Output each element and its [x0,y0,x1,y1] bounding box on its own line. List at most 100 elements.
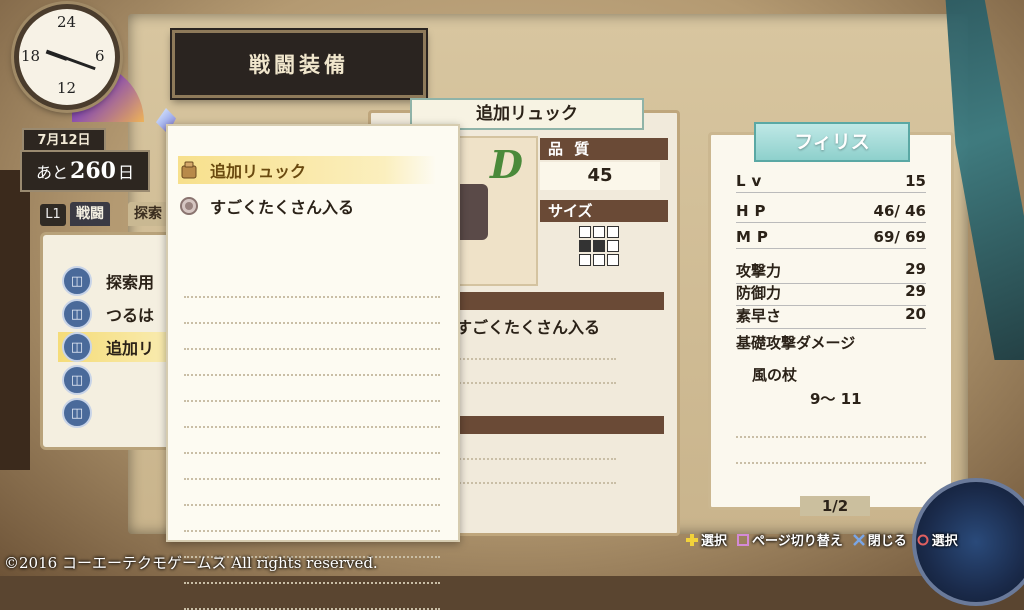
popup-divider [184,374,440,376]
hint-select-circle: 選択 [917,530,958,549]
stat-row-lv: Lv 15 [736,172,926,193]
popup-item-label: すごくたくさん入る [210,198,355,217]
divider [736,462,926,464]
popup-divider [184,296,440,298]
clock-hour-hand [45,49,68,61]
stat-label: HP [736,202,772,220]
size-label: サイズ [540,200,668,222]
stat-label: MP [736,228,774,246]
divider [456,482,616,484]
stat-row-mp: MP 69/ 69 [736,228,926,249]
size-cell [607,240,619,252]
copyright-text: ©2016 コーエーテクモゲームス All rights reserved. [4,554,378,572]
dpad-icon [686,533,698,546]
size-cell [579,254,591,266]
weapon-damage: 9～ 11 [810,390,862,408]
size-cell [579,240,591,252]
days-prefix: あと [36,163,69,182]
stat-row-attack: 攻撃力 29 [736,260,926,284]
popup-divider [184,504,440,506]
size-grid [579,226,619,266]
clock-icon: 24 6 12 18 [14,4,120,110]
popup-item[interactable]: すごくたくさん入る [178,192,436,220]
hint-label: ページ切り替え [752,534,843,549]
tab-battle[interactable]: 戦闘 [70,202,110,226]
days-value: 260 [70,158,116,184]
size-cell [607,254,619,266]
clock-minute-hand [66,57,96,71]
l1-shoulder-icon[interactable]: L1 [40,204,66,226]
backpack-icon: ◫ [62,266,92,296]
popup-divider [184,348,440,350]
backpack-icon: ◫ [62,365,92,395]
clock-number: 24 [57,13,77,31]
backpack-icon: ◫ [62,398,92,428]
popup-divider [184,322,440,324]
weapon-name: 風の杖 [752,366,798,384]
effect-text: すごくたくさん入る [456,318,601,337]
effect-header-2 [456,416,664,434]
circle-button-icon [917,534,929,545]
popup-divider [184,452,440,454]
hint-label: 閉じる [867,534,907,549]
stat-label: 防御力 [736,284,782,302]
left-frame [0,170,30,470]
item-image: D [448,136,538,286]
list-item-label: 追加リ [106,339,155,358]
stat-label: Lv [736,172,768,190]
quality-value: 45 [540,162,660,190]
popup-item-selected[interactable]: 追加リュック [178,156,436,184]
clock-number: 12 [57,79,77,97]
stat-value: 29 [905,282,926,300]
popup-divider [184,426,440,428]
stat-row-speed: 素早さ 20 [736,305,926,329]
base-damage-label: 基礎攻撃ダメージ [736,334,856,352]
stat-label: 攻撃力 [736,262,782,280]
list-item-label: 探索用 [106,273,155,292]
hint-label: 選択 [931,534,958,549]
effect-header [456,292,664,310]
hint-page-switch: ページ切り替え [737,530,843,549]
stat-value: 69/ 69 [873,228,926,246]
stat-value: 46/ 46 [873,202,926,220]
size-cell [593,254,605,266]
clock-number: 18 [21,47,41,65]
item-popup-list [166,124,460,610]
stat-value: 20 [905,305,926,323]
popup-item-label: 追加リュック [210,162,307,181]
popup-divider [184,582,440,584]
stat-value: 29 [905,260,926,278]
size-cell [593,240,605,252]
square-button-icon [737,533,750,546]
divider [456,358,616,360]
hint-label: 選択 [701,534,728,549]
divider [456,382,616,384]
tab-explore[interactable]: 探索 [128,202,168,226]
days-remaining: あと 260 日 [20,150,150,192]
item-grade-letter: D [490,142,523,187]
button-hints: 選択 ページ切り替え 閉じる 選択 [686,530,958,549]
popup-divider [184,530,440,532]
list-item-selected[interactable]: ◫ 追加リ [58,332,168,362]
circle-bullet-icon [178,195,200,217]
hint-close: 閉じる [852,530,907,549]
popup-divider [184,400,440,402]
backpack-icon: ◫ [62,299,92,329]
character-name: フィリス [754,122,910,162]
stat-value: 15 [905,172,926,190]
size-cell [607,226,619,238]
clock-number: 6 [95,47,105,65]
list-item-label: つるは [106,306,155,325]
popup-divider [184,478,440,480]
quality-label: 品 質 [540,138,668,160]
backpack-icon: ◫ [62,332,92,362]
stat-row-defense: 防御力 29 [736,282,926,306]
backpack-icon [178,159,200,181]
stat-row-hp: HP 46/ 46 [736,202,926,223]
page-indicator: 1/2 [800,496,870,516]
hint-select-dpad: 選択 [686,530,727,549]
screen-title: 戦闘装備 [172,30,426,98]
cross-button-icon [852,533,865,546]
size-cell [579,226,591,238]
divider [736,436,926,438]
